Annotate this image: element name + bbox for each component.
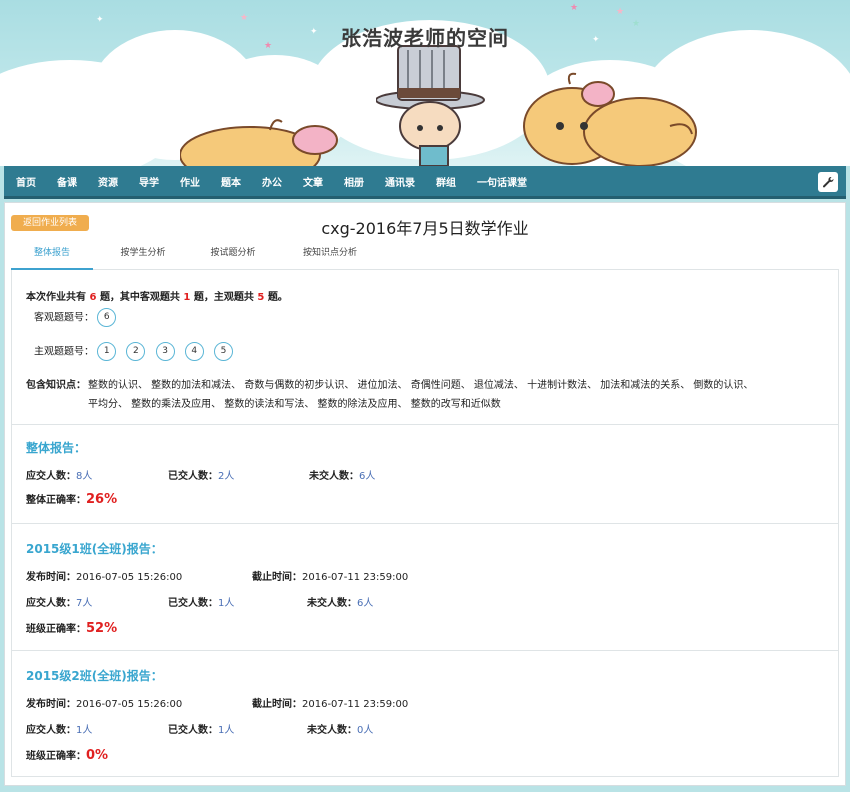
- deadline-time: 截止时间：2016-07-11 23:59:00: [252, 699, 409, 710]
- question-number-badge[interactable]: 5: [213, 342, 233, 361]
- wrench-icon: [823, 176, 834, 188]
- not-submitted-count: 未交人数：6人: [307, 598, 374, 609]
- should-submit-count: 应交人数：7人: [26, 598, 93, 609]
- question-number-badge[interactable]: 6: [97, 308, 117, 327]
- tab-by-question[interactable]: 按试题分析: [197, 239, 269, 270]
- section-title: 2015级2班(全班)报告：: [26, 669, 163, 683]
- nav-item-office[interactable]: 办公: [262, 174, 282, 189]
- tab-by-student[interactable]: 按学生分析: [107, 239, 179, 270]
- main-nav: 首页 备课 资源 导学 作业 题本 办公 文章 相册 通讯录 群组 一句话课堂: [4, 166, 846, 199]
- not-submitted-count: 未交人数：0人: [307, 725, 374, 736]
- nav-item-album[interactable]: 相册: [344, 174, 364, 189]
- deadline-time: 截止时间：2016-07-11 23:59:00: [252, 572, 409, 583]
- objective-question-row: 客观题题号： 6: [34, 308, 123, 327]
- section-title: 2015级1班(全班)报告：: [26, 542, 163, 556]
- nav-item-resources[interactable]: 资源: [98, 174, 118, 189]
- nav-item-contacts[interactable]: 通讯录: [385, 174, 415, 189]
- class-2-report-section: 2015级2班(全班)报告： 发布时间：2016-07-05 15:26:00 …: [11, 651, 839, 777]
- class-accuracy: 班级正确率：0%: [26, 748, 109, 763]
- site-title: 张浩波老师的空间: [341, 26, 509, 50]
- knowledge-points: 包含知识点： 整数的认识、 整数的加法和减法、 奇数与偶数的初步认识、 进位加法…: [26, 376, 826, 414]
- knowledge-points-list: 整数的认识、 整数的加法和减法、 奇数与偶数的初步认识、 进位加法、 奇偶性问题…: [88, 380, 754, 410]
- nav-item-homework[interactable]: 作业: [180, 174, 200, 189]
- cow-right-illustration: [523, 72, 697, 166]
- nav-item-lesson-prep[interactable]: 备课: [57, 174, 77, 189]
- question-number-badge[interactable]: 4: [184, 342, 204, 361]
- boy-illustration: [376, 45, 485, 166]
- summary-sentence: 本次作业共有 6 题，其中客观题共 1 题，主观题共 5 题。: [26, 292, 288, 303]
- class-1-report-section: 2015级1班(全班)报告： 发布时间：2016-07-05 15:26:00 …: [11, 524, 839, 651]
- submitted-count: 已交人数：2人: [168, 471, 235, 482]
- question-number-badge[interactable]: 2: [126, 342, 146, 361]
- subjective-question-row: 主观题题号： 1 2 3 4 5: [34, 342, 240, 361]
- publish-time: 发布时间：2016-07-05 15:26:00: [26, 572, 183, 583]
- overall-accuracy: 整体正确率：26%: [26, 492, 118, 507]
- nav-item-one-sentence-class[interactable]: 一句话课堂: [477, 174, 527, 189]
- tab-by-knowledge-point[interactable]: 按知识点分析: [287, 239, 373, 270]
- not-submitted-count: 未交人数：6人: [309, 471, 376, 482]
- report-panel: 返回作业列表 cxg-2016年7月5日数学作业 整体报告 按学生分析 按试题分…: [4, 202, 846, 786]
- nav-item-question-book[interactable]: 题本: [221, 174, 241, 189]
- should-submit-count: 应交人数：8人: [26, 471, 93, 482]
- settings-tool-button[interactable]: [818, 172, 838, 192]
- nav-item-home[interactable]: 首页: [16, 174, 36, 189]
- homework-summary: 本次作业共有 6 题，其中客观题共 1 题，主观题共 5 题。 客观题题号： 6…: [11, 270, 839, 425]
- nav-item-groups[interactable]: 群组: [436, 174, 456, 189]
- submitted-count: 已交人数：1人: [168, 725, 235, 736]
- report-tabs: 整体报告 按学生分析 按试题分析 按知识点分析: [11, 239, 839, 270]
- nav-item-guided-learning[interactable]: 导学: [139, 174, 159, 189]
- header-banner: ✦ ★ ★ ★ ★ ✦ ★ ✦ 张浩波老师的空间: [0, 0, 850, 166]
- cow-left-illustration: [180, 119, 338, 166]
- page-title: cxg-2016年7月5日数学作业: [321, 219, 529, 238]
- publish-time: 发布时间：2016-07-05 15:26:00: [26, 699, 183, 710]
- question-number-badge[interactable]: 1: [97, 342, 117, 361]
- submitted-count: 已交人数：1人: [168, 598, 235, 609]
- section-title: 整体报告：: [26, 441, 87, 455]
- tab-overall-report[interactable]: 整体报告: [11, 239, 93, 270]
- overall-report-section: 整体报告： 应交人数：8人 已交人数：2人 未交人数：6人 整体正确率：26%: [11, 425, 839, 524]
- should-submit-count: 应交人数：1人: [26, 725, 93, 736]
- question-number-badge[interactable]: 3: [155, 342, 175, 361]
- nav-item-articles[interactable]: 文章: [303, 174, 323, 189]
- class-accuracy: 班级正确率：52%: [26, 621, 118, 636]
